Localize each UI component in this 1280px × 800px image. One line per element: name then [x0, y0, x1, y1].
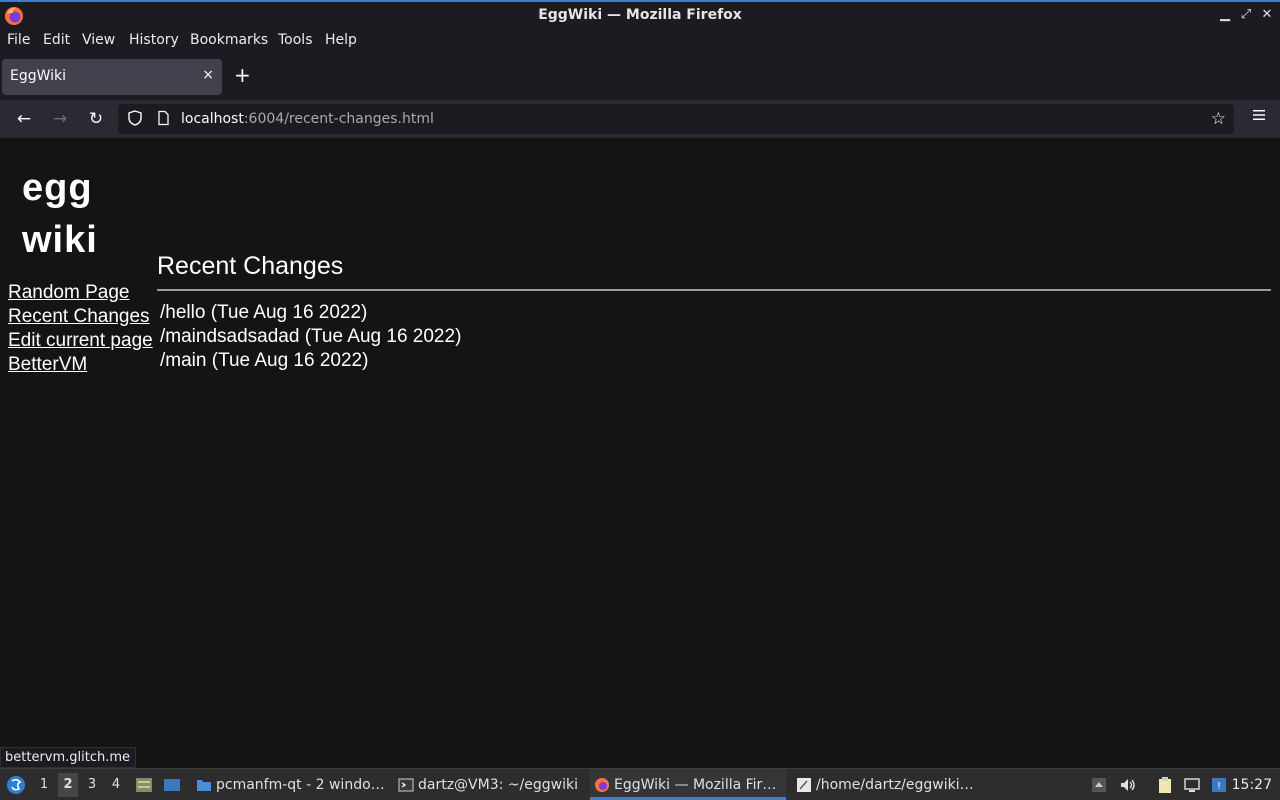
- web-page: egg wiki Random Page Recent Changes Edit…: [0, 138, 1280, 768]
- list-item[interactable]: /maindsadsadad (Tue Aug 16 2022): [160, 325, 1271, 349]
- sidebar-nav: Random Page Recent Changes Edit current …: [8, 281, 153, 377]
- taskbar: 1 2 3 4 pcmanfm-qt - 2 windo… dartz@VM3:…: [0, 768, 1280, 800]
- workspace-4[interactable]: 4: [106, 777, 126, 792]
- menu-view[interactable]: View: [82, 32, 115, 48]
- hamburger-menu-icon[interactable]: [1252, 108, 1266, 122]
- tab-title: EggWiki: [10, 68, 67, 84]
- menu-edit[interactable]: Edit: [43, 32, 70, 48]
- new-tab-button[interactable]: +: [234, 65, 251, 85]
- page-info-icon[interactable]: [155, 110, 171, 126]
- workspace-2[interactable]: 2: [58, 773, 78, 797]
- task-label: /home/dartz/eggwiki…: [816, 777, 974, 793]
- nav-link-random-page[interactable]: Random Page: [8, 281, 153, 305]
- clipboard-icon[interactable]: [1156, 776, 1174, 794]
- update-notifier-icon[interactable]: !: [1210, 776, 1228, 794]
- window-title: EggWiki — Mozilla Firefox: [538, 7, 742, 23]
- tab-eggwiki[interactable]: EggWiki ×: [2, 59, 222, 95]
- menu-history[interactable]: History: [129, 32, 179, 48]
- menu-tools[interactable]: Tools: [278, 32, 313, 48]
- nav-link-bettervm[interactable]: BetterVM: [8, 353, 153, 377]
- workspace-3[interactable]: 3: [82, 777, 102, 792]
- task-pcmanfm[interactable]: pcmanfm-qt - 2 windo…: [192, 769, 388, 800]
- task-text-editor[interactable]: /home/dartz/eggwiki…: [792, 769, 988, 800]
- folder-icon: [197, 780, 211, 791]
- nav-link-edit-current-page[interactable]: Edit current page: [8, 329, 153, 353]
- main-content: Recent Changes /hello (Tue Aug 16 2022) …: [157, 249, 1271, 373]
- network-icon[interactable]: [1183, 776, 1201, 794]
- forward-button[interactable]: →: [49, 108, 71, 130]
- navigation-toolbar: ← → ↻ localhost:6004/recent-changes.html…: [0, 100, 1280, 138]
- menu-file[interactable]: File: [7, 32, 30, 48]
- status-link-preview: bettervm.glitch.me: [0, 747, 137, 768]
- maximize-button[interactable]: ⤢: [1238, 7, 1254, 23]
- clock: 15:27: [1231, 777, 1272, 793]
- nav-link-recent-changes[interactable]: Recent Changes: [8, 305, 153, 329]
- task-label: pcmanfm-qt - 2 windo…: [216, 777, 385, 793]
- shield-icon[interactable]: [127, 110, 143, 126]
- logo-line-2: wiki: [22, 219, 98, 261]
- site-logo[interactable]: egg wiki: [22, 162, 98, 266]
- url-bar[interactable]: localhost:6004/recent-changes.html ☆: [118, 104, 1234, 134]
- task-label: EggWiki — Mozilla Fir…: [614, 777, 777, 793]
- task-firefox[interactable]: EggWiki — Mozilla Fir…: [590, 769, 786, 800]
- firefox-icon: [595, 778, 609, 792]
- task-label: dartz@VM3: ~/eggwiki: [418, 777, 578, 793]
- file-cabinet-icon[interactable]: [135, 776, 153, 794]
- list-item[interactable]: /main (Tue Aug 16 2022): [160, 349, 1271, 373]
- url-text[interactable]: localhost:6004/recent-changes.html: [181, 111, 434, 127]
- url-path: :6004/recent-changes.html: [243, 111, 434, 127]
- tab-close-icon[interactable]: ×: [202, 67, 214, 83]
- terminal-icon: [398, 778, 414, 792]
- list-item[interactable]: /hello (Tue Aug 16 2022): [160, 301, 1271, 325]
- task-terminal[interactable]: dartz@VM3: ~/eggwiki: [394, 769, 584, 800]
- back-button[interactable]: ←: [13, 108, 35, 130]
- window-titlebar: EggWiki — Mozilla Firefox ▁ ⤢ ✕: [0, 0, 1280, 30]
- page-title: Recent Changes: [157, 252, 344, 280]
- changes-list: /hello (Tue Aug 16 2022) /maindsadsadad …: [160, 301, 1271, 373]
- bookmark-star-icon[interactable]: ☆: [1211, 109, 1226, 129]
- desktop-icon[interactable]: [163, 776, 181, 794]
- close-window-button[interactable]: ✕: [1259, 7, 1275, 23]
- divider: [157, 289, 1271, 291]
- minimize-button[interactable]: ▁: [1217, 7, 1233, 23]
- svg-text:!: !: [1217, 781, 1221, 792]
- reload-button[interactable]: ↻: [85, 108, 107, 130]
- volume-icon[interactable]: [1119, 776, 1137, 794]
- menu-bookmarks[interactable]: Bookmarks: [190, 32, 268, 48]
- workspace-1[interactable]: 1: [34, 777, 54, 792]
- logo-line-1: egg: [22, 167, 93, 209]
- text-editor-icon: [797, 778, 811, 792]
- start-menu-icon[interactable]: [6, 775, 26, 795]
- menu-help[interactable]: Help: [325, 32, 357, 48]
- tray-up-arrow-icon[interactable]: [1090, 776, 1108, 794]
- tab-strip: EggWiki × +: [0, 52, 1280, 100]
- url-host: localhost: [181, 111, 244, 127]
- menu-bar: File Edit View History Bookmarks Tools H…: [0, 30, 1280, 52]
